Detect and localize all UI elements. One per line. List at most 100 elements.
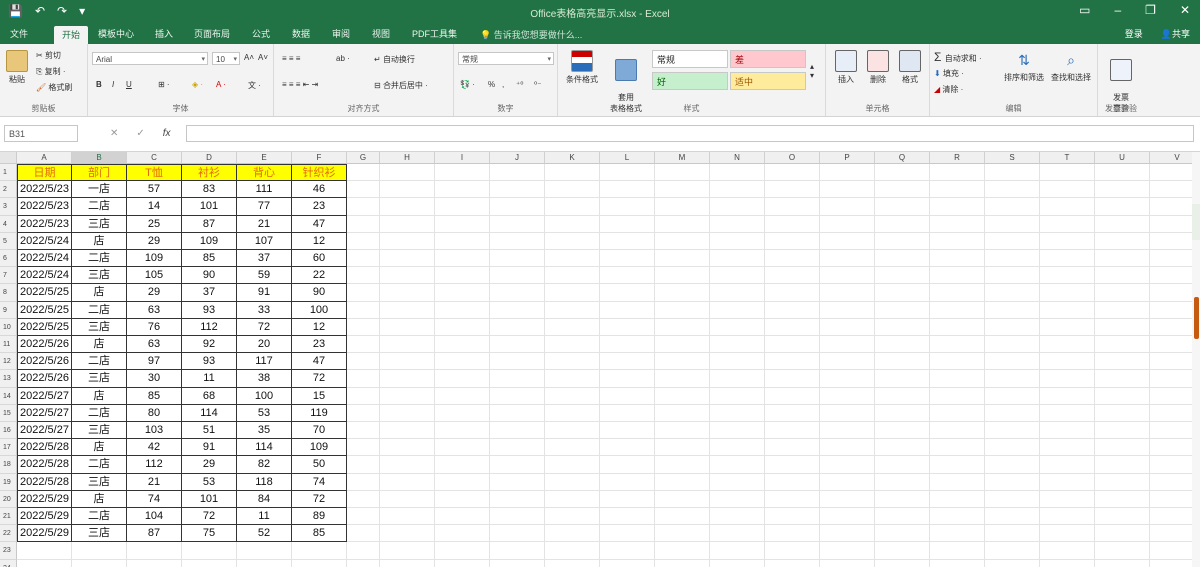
table-cell[interactable]: 70: [292, 422, 347, 440]
table-cell[interactable]: 店: [72, 336, 127, 354]
table-cell[interactable]: 109: [292, 439, 347, 457]
row-header-9[interactable]: 9: [0, 301, 17, 319]
row-header-1[interactable]: 1: [0, 164, 17, 182]
format-painter-button[interactable]: 🖌 格式刷: [36, 82, 72, 93]
number-format-select[interactable]: 常规 ▾: [458, 52, 554, 65]
table-cell[interactable]: 22: [292, 267, 347, 285]
table-cell[interactable]: 2022/5/29: [17, 490, 72, 508]
table-cell[interactable]: 37: [237, 250, 292, 268]
table-cell[interactable]: 29: [127, 232, 182, 250]
table-cell[interactable]: 21: [237, 215, 292, 233]
table-cell[interactable]: 2022/5/25: [17, 318, 72, 336]
table-cell[interactable]: 21: [127, 473, 182, 491]
table-cell[interactable]: 100: [292, 301, 347, 319]
table-cell[interactable]: 二店: [72, 198, 127, 216]
table-cell[interactable]: 118: [237, 473, 292, 491]
table-cell[interactable]: 80: [127, 404, 182, 422]
column-header-l[interactable]: L: [600, 152, 655, 164]
tab-data[interactable]: 数据: [292, 27, 310, 40]
table-cell[interactable]: 72: [182, 508, 237, 526]
table-cell[interactable]: 店: [72, 284, 127, 302]
currency-button[interactable]: 💱 ·: [460, 80, 475, 89]
table-cell[interactable]: 15: [292, 387, 347, 405]
table-cell[interactable]: 114: [182, 404, 237, 422]
tab-pdf-tools[interactable]: PDF工具集: [412, 27, 457, 40]
style-bad[interactable]: 差: [730, 50, 806, 68]
row-header-18[interactable]: 18: [0, 456, 17, 474]
table-cell[interactable]: 101: [182, 490, 237, 508]
table-cell[interactable]: 101: [182, 198, 237, 216]
row-header-11[interactable]: 11: [0, 336, 17, 354]
table-cell[interactable]: 一店: [72, 181, 127, 199]
table-cell[interactable]: 三店: [72, 422, 127, 440]
table-cell[interactable]: 二店: [72, 508, 127, 526]
table-cell[interactable]: 三店: [72, 318, 127, 336]
column-header-p[interactable]: P: [820, 152, 875, 164]
formula-input[interactable]: [186, 125, 1194, 142]
table-cell[interactable]: 2022/5/28: [17, 473, 72, 491]
font-size-select[interactable]: 10 ▾: [212, 52, 240, 65]
table-cell[interactable]: 三店: [72, 215, 127, 233]
table-cell[interactable]: 91: [237, 284, 292, 302]
table-cell[interactable]: 93: [182, 301, 237, 319]
row-header-2[interactable]: 2: [0, 181, 17, 199]
style-good[interactable]: 好: [652, 72, 728, 90]
insert-cells-button[interactable]: 插入: [832, 50, 860, 85]
wrap-text-button[interactable]: ↵ 自动换行: [374, 54, 415, 65]
login-button[interactable]: 登录: [1125, 27, 1143, 40]
table-cell[interactable]: 47: [292, 215, 347, 233]
table-cell[interactable]: 11: [237, 508, 292, 526]
font-color-button[interactable]: A ·: [216, 80, 226, 89]
column-header-i[interactable]: I: [435, 152, 490, 164]
column-header-q[interactable]: Q: [875, 152, 930, 164]
column-header-r[interactable]: R: [930, 152, 985, 164]
table-cell[interactable]: 2022/5/29: [17, 525, 72, 543]
paste-button[interactable]: 粘贴: [4, 50, 30, 85]
table-cell[interactable]: 23: [292, 336, 347, 354]
table-cell[interactable]: 85: [292, 525, 347, 543]
tab-review[interactable]: 审阅: [332, 27, 350, 40]
row-header-23[interactable]: 23: [0, 542, 17, 560]
tab-view[interactable]: 视图: [372, 27, 390, 40]
align-top-icon[interactable]: ≡ ≡ ≡: [282, 54, 300, 63]
column-header-c[interactable]: C: [127, 152, 182, 164]
table-cell[interactable]: 2022/5/27: [17, 422, 72, 440]
orientation-button[interactable]: ab ·: [336, 54, 350, 63]
column-header-g[interactable]: G: [347, 152, 380, 164]
find-select-button[interactable]: ⌕ 查找和选择: [1048, 50, 1094, 83]
fill-color-button[interactable]: ◈ ·: [192, 80, 203, 89]
table-cell[interactable]: 84: [237, 490, 292, 508]
table-cell[interactable]: 37: [182, 284, 237, 302]
name-box[interactable]: B31: [4, 125, 78, 142]
style-neutral[interactable]: 适中: [730, 72, 806, 90]
table-cell[interactable]: 二店: [72, 353, 127, 371]
table-cell[interactable]: 2022/5/23: [17, 198, 72, 216]
insert-function-icon[interactable]: fx: [163, 128, 171, 139]
table-cell[interactable]: 104: [127, 508, 182, 526]
table-cell[interactable]: 三店: [72, 473, 127, 491]
table-cell[interactable]: 74: [127, 490, 182, 508]
table-cell[interactable]: 103: [127, 422, 182, 440]
table-cell[interactable]: 2022/5/27: [17, 387, 72, 405]
restore-button[interactable]: ❐: [1145, 3, 1156, 17]
shrink-font-button[interactable]: A˅: [258, 53, 268, 62]
column-header-d[interactable]: D: [182, 152, 237, 164]
table-cell[interactable]: 75: [182, 525, 237, 543]
styles-scroll-icon[interactable]: ▴ ▾: [810, 62, 814, 80]
table-cell[interactable]: 72: [292, 370, 347, 388]
table-cell[interactable]: 59: [237, 267, 292, 285]
confirm-icon[interactable]: ✓: [136, 128, 144, 139]
row-header-20[interactable]: 20: [0, 490, 17, 508]
table-cell[interactable]: 63: [127, 336, 182, 354]
side-panel-tab[interactable]: [1192, 204, 1200, 240]
vertical-scrollbar[interactable]: [1192, 152, 1200, 567]
row-header-4[interactable]: 4: [0, 215, 17, 233]
column-header-j[interactable]: J: [490, 152, 545, 164]
table-cell[interactable]: 53: [237, 404, 292, 422]
comma-button[interactable]: ,: [502, 80, 504, 89]
border-button[interactable]: ⊞ ·: [158, 80, 170, 89]
table-cell[interactable]: 二店: [72, 456, 127, 474]
table-cell[interactable]: 2022/5/29: [17, 508, 72, 526]
row-header-13[interactable]: 13: [0, 370, 17, 388]
table-cell[interactable]: 2022/5/26: [17, 353, 72, 371]
